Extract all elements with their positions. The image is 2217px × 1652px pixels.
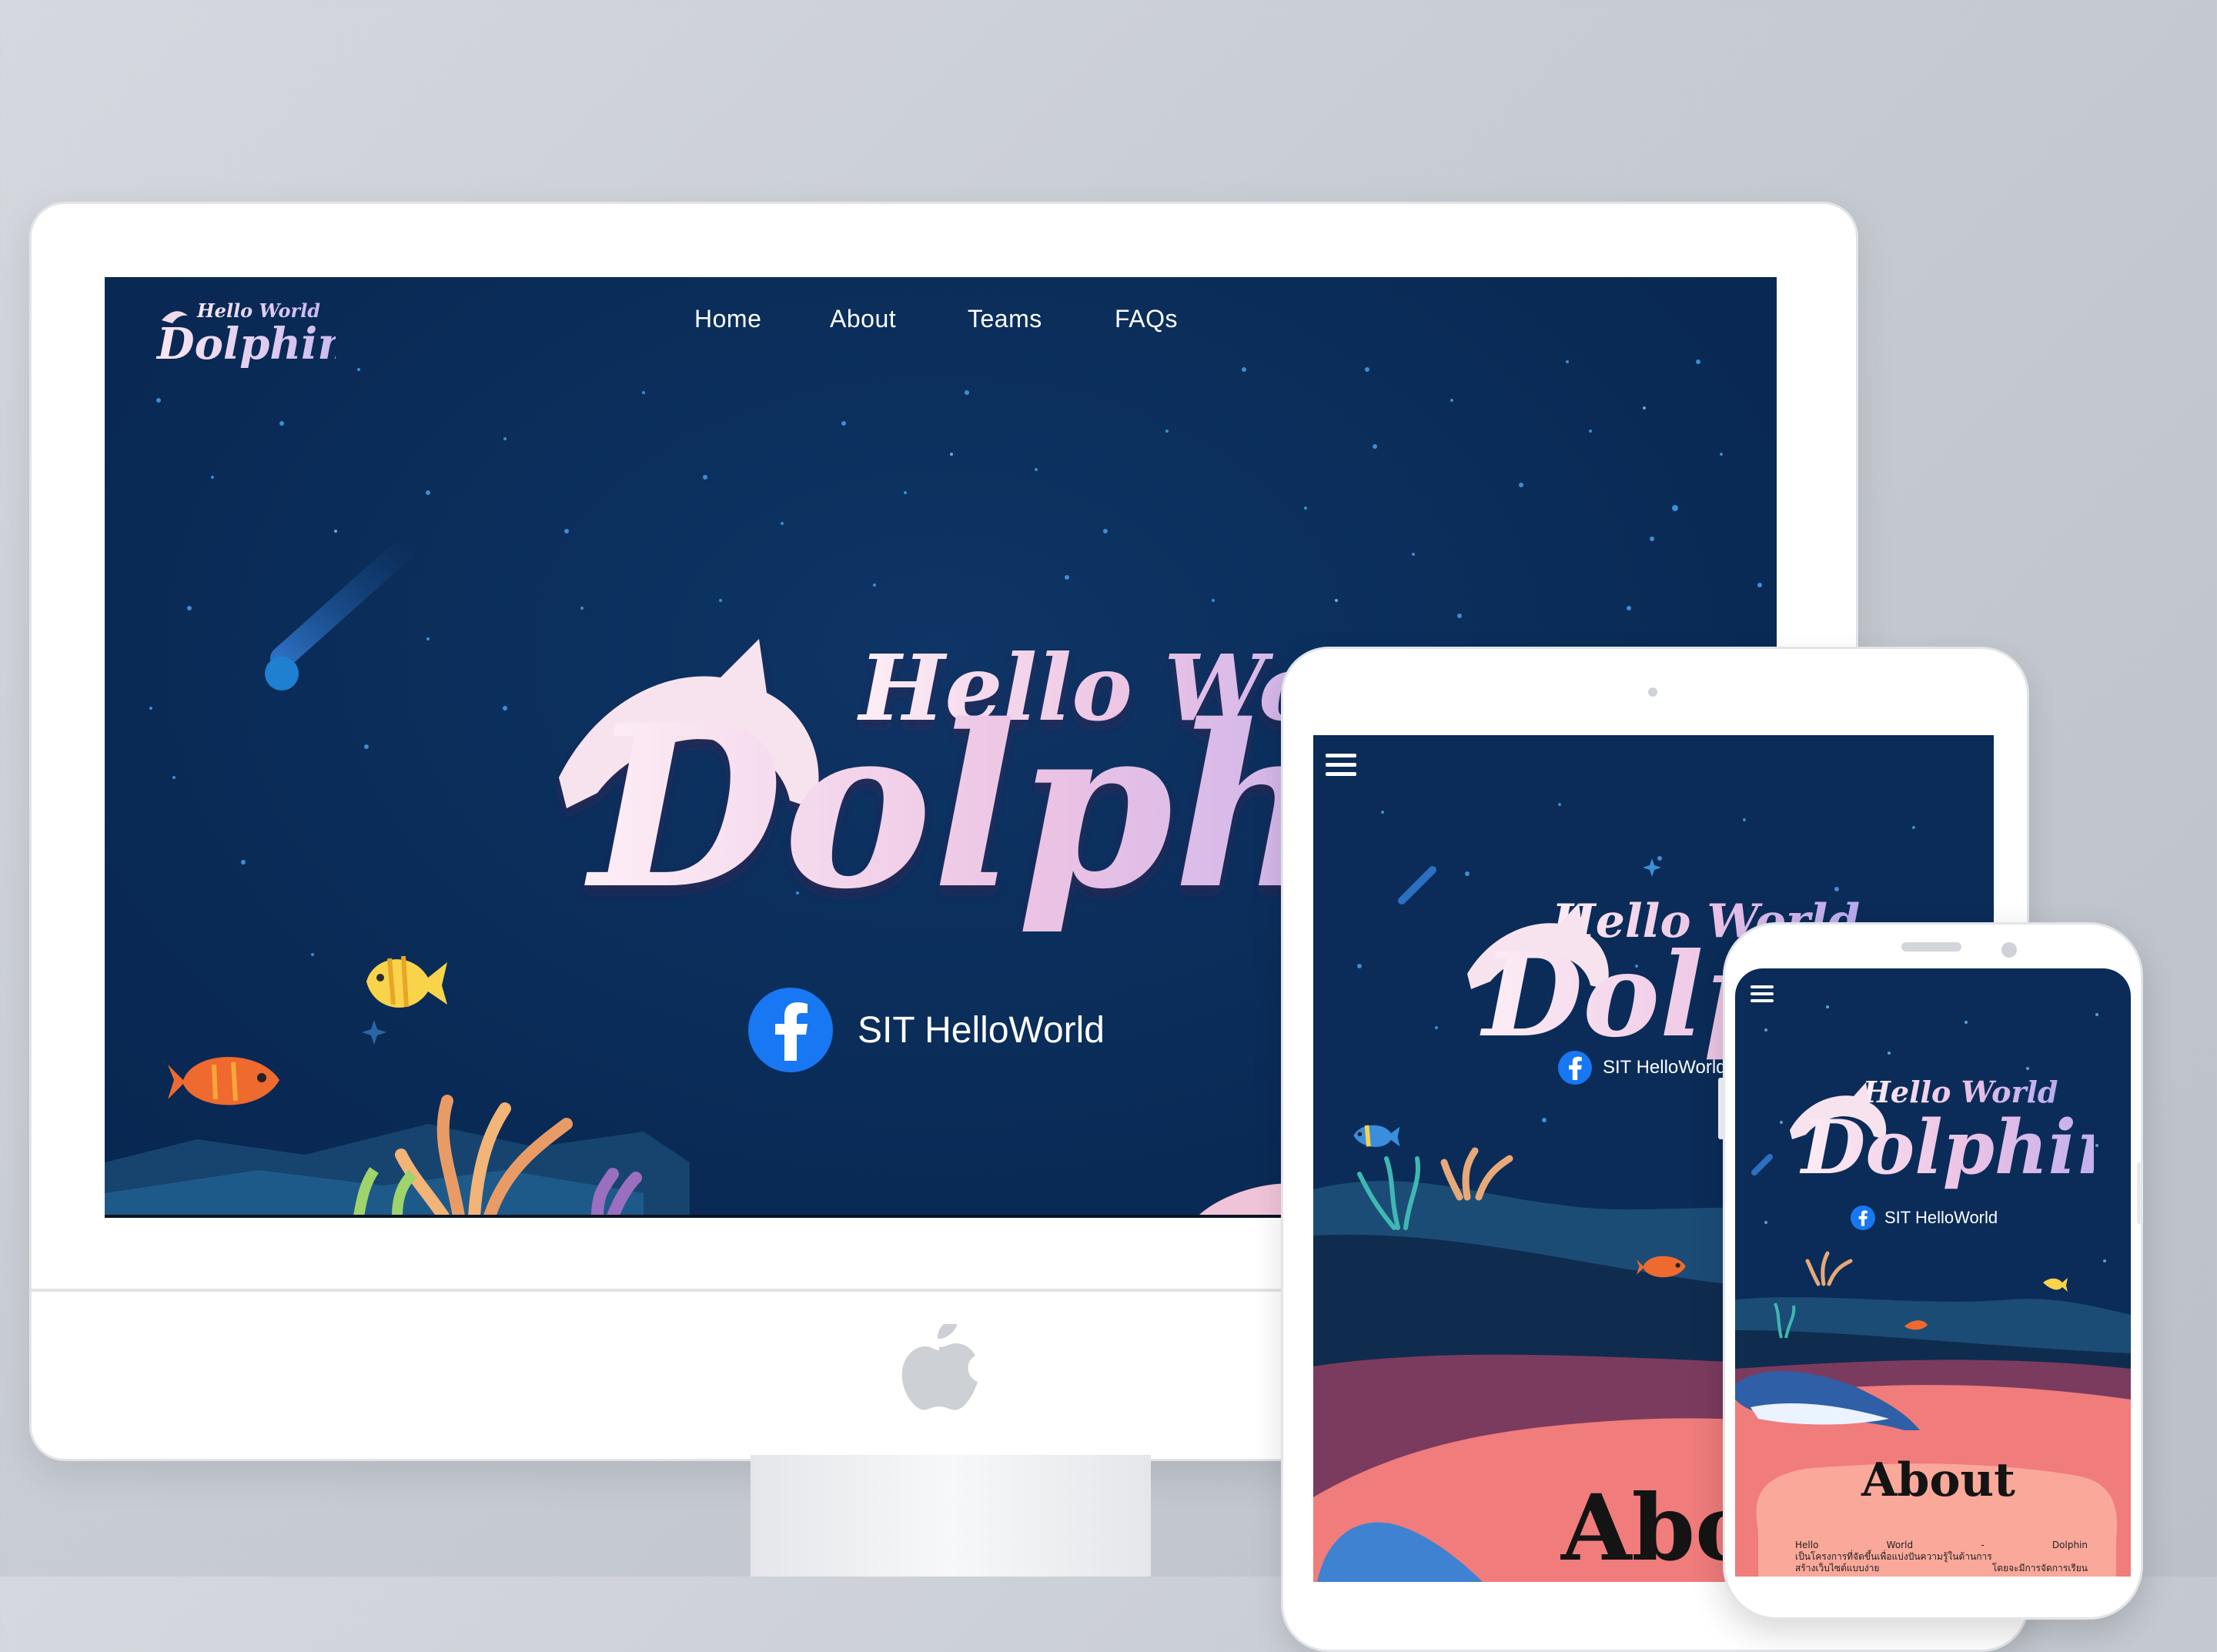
phone-hero-logo: Hello World Dolphin: [1790, 1075, 2094, 1191]
imac-stand: [751, 1455, 1151, 1577]
apple-logo-icon: [901, 1324, 978, 1410]
facebook-label: SIT HelloWorld: [1884, 1208, 1998, 1227]
phone-side-button-left: [1718, 1078, 1724, 1139]
nav-home[interactable]: Home: [694, 305, 761, 333]
phone-about-text: Hello World - Dolphin เป็นโครงการที่จัดข…: [1795, 1540, 2088, 1574]
about-line-3-right: โดยจะมีการจัดการเรียน: [1991, 1563, 2088, 1573]
blue-fish-icon: [1353, 1125, 1400, 1147]
orange-fish-icon: [1637, 1256, 1686, 1278]
nav-about[interactable]: About: [830, 305, 896, 333]
nav-faqs[interactable]: FAQs: [1115, 305, 1178, 333]
phone-speaker: [1901, 942, 1961, 951]
tablet-facebook-link[interactable]: SIT HelloWorld: [1558, 1051, 1727, 1085]
phone-facebook-link[interactable]: SIT HelloWorld: [1851, 1206, 1998, 1230]
yellow-fish-icon: [366, 955, 447, 1008]
facebook-label: SIT HelloWorld: [1603, 1057, 1727, 1078]
about-word: World: [1886, 1540, 1914, 1550]
about-word: Hello: [1795, 1540, 1819, 1550]
about-line-3-left: สร้างเว็บไซต์แบบง่าย: [1795, 1563, 1880, 1573]
hamburger-menu-icon[interactable]: [1326, 754, 1356, 776]
phone-camera: [2001, 942, 2017, 958]
about-line-3: สร้างเว็บไซต์แบบง่าย โดยจะมีการจัดการเรี…: [1795, 1563, 2088, 1574]
about-word: -: [1981, 1540, 1985, 1550]
about-line-2: เป็นโครงการที่จัดขึ้นเพื่อแบ่งปันความรู้…: [1795, 1551, 1992, 1562]
facebook-link[interactable]: SIT HelloWorld: [748, 988, 1105, 1072]
svg-text:Dolphin: Dolphin: [1799, 1104, 2094, 1191]
hello-world-dolphin-hero-logo: Hello World Dolphin: [559, 634, 1383, 931]
nav-teams[interactable]: Teams: [968, 305, 1042, 333]
dolphin-logo-icon[interactable]: Hello World Dolphin: [151, 289, 336, 374]
phone-website-screen: Hello World Dolphin SIT HelloWorld About…: [1735, 968, 2131, 1577]
phone-side-button-right: [2137, 1162, 2143, 1224]
facebook-icon: [748, 988, 833, 1072]
about-word: Dolphin: [2051, 1540, 2088, 1550]
facebook-icon: [1851, 1206, 1875, 1230]
phone-about-heading: About: [1861, 1453, 2015, 1507]
facebook-label: SIT HelloWorld: [858, 1009, 1105, 1051]
svg-text:Dolphin: Dolphin: [155, 319, 336, 370]
about-line-1: Hello World - Dolphin: [1795, 1540, 2088, 1551]
tablet-camera: [1648, 687, 1657, 697]
facebook-icon: [1558, 1051, 1592, 1085]
hamburger-menu-icon[interactable]: [1751, 985, 1774, 1002]
svg-text:Dolphin: Dolphin: [583, 677, 1383, 931]
